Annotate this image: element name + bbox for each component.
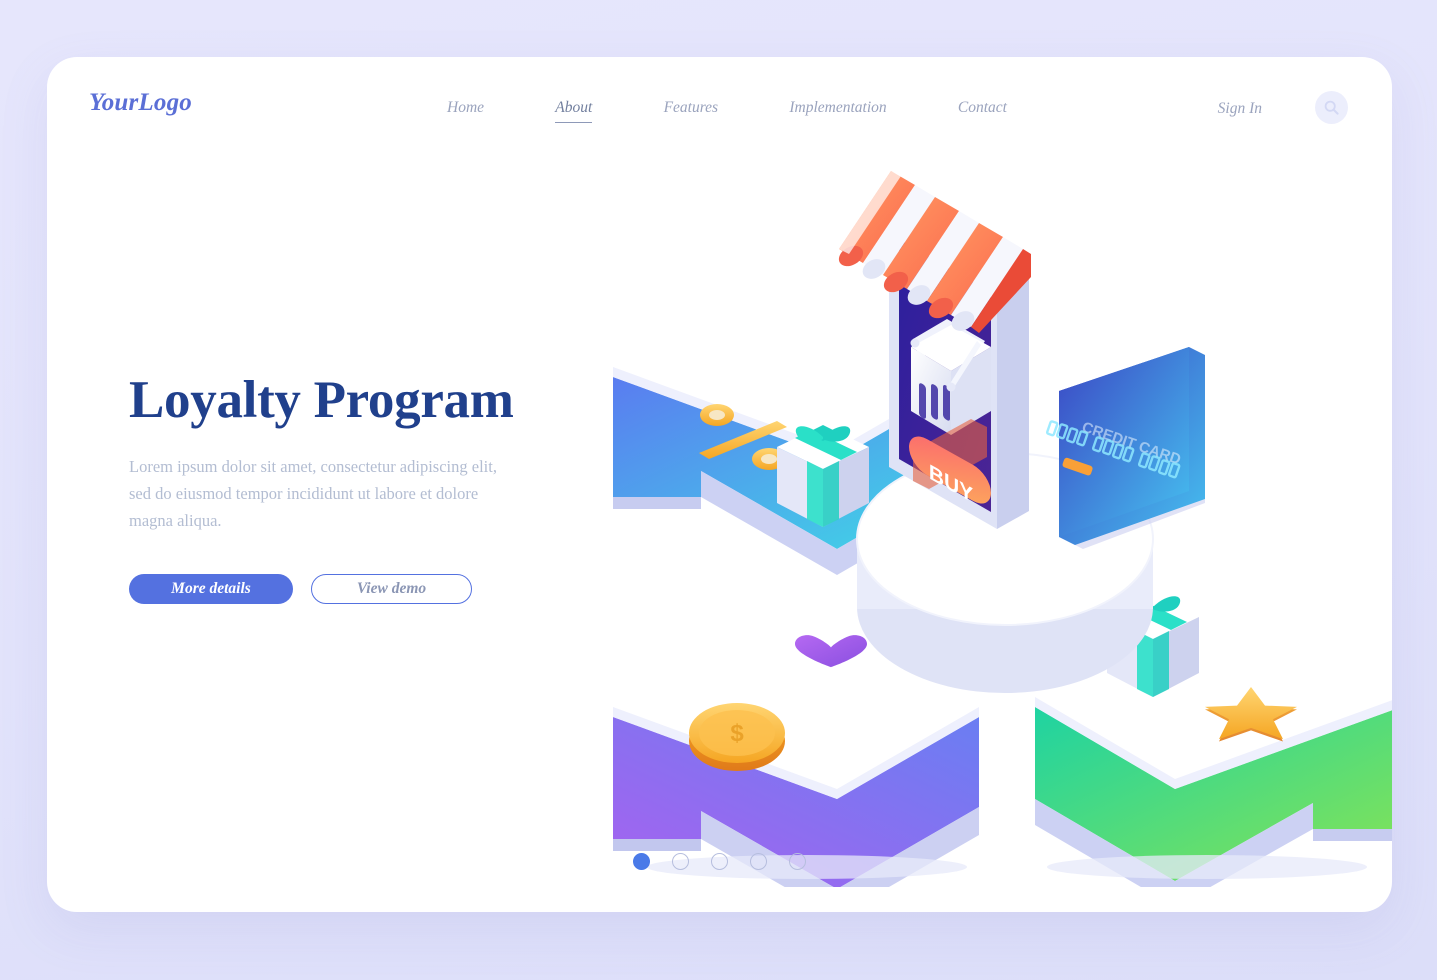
- sign-in-link[interactable]: Sign In: [1218, 100, 1262, 118]
- heart-icon: [789, 632, 873, 672]
- search-button[interactable]: [1315, 91, 1348, 124]
- hero-card: YourLogo Home About Features Implementat…: [47, 57, 1392, 912]
- nav-item-features[interactable]: Features: [664, 99, 719, 122]
- view-demo-button[interactable]: View demo: [311, 574, 472, 605]
- isometric-scene: $ BUY CREDIT CARD: [613, 171, 1392, 887]
- loyalty-illustration: $ BUY CREDIT CARD: [607, 167, 1392, 887]
- nav-item-about[interactable]: About: [555, 99, 593, 123]
- hero-button-row: More details View demo: [129, 574, 599, 605]
- nav-item-implementation[interactable]: Implementation: [789, 99, 886, 122]
- carousel-dot-5[interactable]: [789, 853, 806, 870]
- more-details-button[interactable]: More details: [129, 574, 293, 605]
- hero-copy-block: Loyalty Program Lorem ipsum dolor sit am…: [129, 371, 599, 605]
- star-icon: [1205, 687, 1297, 742]
- credit-card: CREDIT CARD: [1045, 347, 1205, 549]
- dollar-coin-icon: $: [689, 703, 785, 771]
- carousel-dot-4[interactable]: [750, 853, 767, 870]
- carousel-dots: [47, 853, 1392, 870]
- brand-logo[interactable]: YourLogo: [89, 89, 192, 117]
- nav-item-contact[interactable]: Contact: [958, 99, 1007, 122]
- hero-paragraph: Lorem ipsum dolor sit amet, consectetur …: [129, 457, 497, 530]
- carousel-dot-3[interactable]: [711, 853, 728, 870]
- site-header: YourLogo Home About Features Implementat…: [47, 57, 1392, 162]
- page-title: Loyalty Program: [129, 371, 514, 429]
- search-icon: [1324, 100, 1339, 115]
- page-root: YourLogo Home About Features Implementat…: [0, 0, 1437, 980]
- main-navigation: Home About Features Implementation Conta…: [447, 99, 1007, 123]
- nav-item-home[interactable]: Home: [447, 99, 484, 122]
- carousel-dot-2[interactable]: [672, 853, 689, 870]
- carousel-dot-1[interactable]: [633, 853, 650, 870]
- svg-text:$: $: [730, 720, 744, 747]
